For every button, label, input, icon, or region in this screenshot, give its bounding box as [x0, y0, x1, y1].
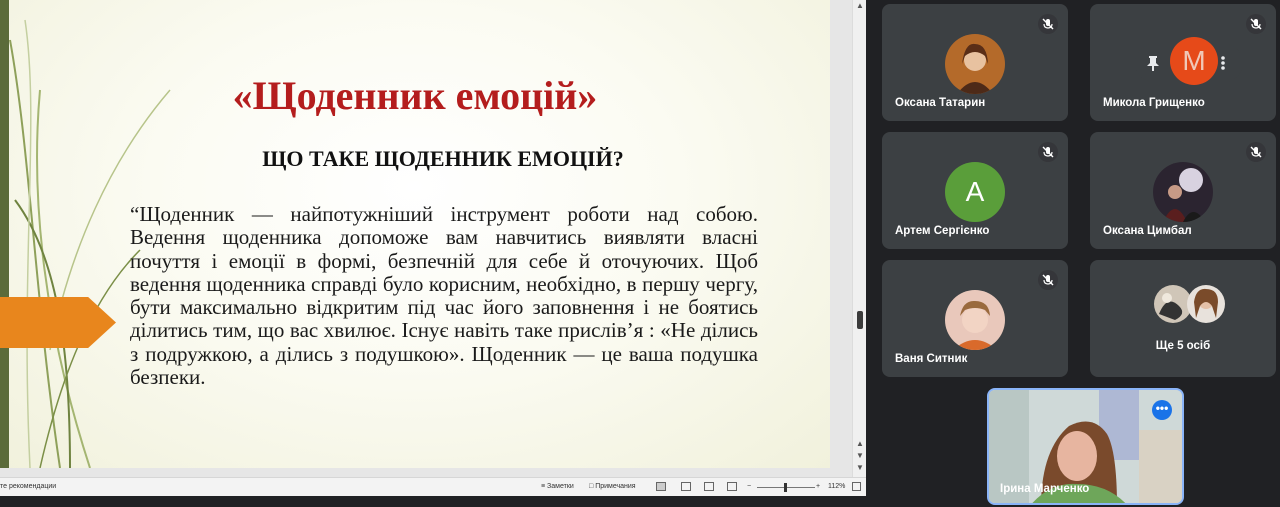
- participant-name: Ваня Ситник: [895, 353, 968, 365]
- mic-off-icon: [1038, 142, 1058, 162]
- avatar: [945, 34, 1005, 94]
- notes-button[interactable]: ≡ Заметки: [541, 483, 574, 490]
- comments-label: Примечания: [595, 483, 636, 490]
- participant-name: Микола Грищенко: [1103, 97, 1205, 109]
- vertical-scrollbar[interactable]: ▲ ▲ ▼ ▼: [852, 0, 866, 477]
- status-bar: те рекомендации ≡ Заметки □ Примечания −…: [0, 477, 866, 496]
- more-participants-tile[interactable]: Ще 5 осіб: [1090, 260, 1276, 377]
- mic-off-icon: [1038, 14, 1058, 34]
- participant-name: Оксана Цимбал: [1103, 225, 1192, 237]
- slide: «Щоденник емоцій» ЩО ТАКЕ ЩОДЕННИК ЕМОЦІ…: [0, 0, 830, 468]
- reading-view-icon[interactable]: [704, 482, 714, 491]
- pin-icon[interactable]: [1146, 55, 1160, 71]
- notes-label: Заметки: [547, 483, 574, 490]
- avatar: [945, 290, 1005, 350]
- zoom-level[interactable]: 112%: [828, 483, 845, 490]
- shared-presentation: «Щоденник емоцій» ЩО ТАКЕ ЩОДЕННИК ЕМОЦІ…: [0, 0, 866, 507]
- participant-tile[interactable]: M Микола Грищенко: [1090, 4, 1276, 121]
- avatar: M: [1170, 37, 1218, 85]
- scroll-thumb[interactable]: [857, 311, 863, 329]
- meeting-screen: «Щоденник емоцій» ЩО ТАКЕ ЩОДЕННИК ЕМОЦІ…: [0, 0, 1280, 507]
- slideshow-icon[interactable]: [727, 482, 737, 491]
- scroll-up-page-icon[interactable]: ▲: [856, 440, 864, 448]
- slide-viewport: «Щоденник емоцій» ЩО ТАКЕ ЩОДЕННИК ЕМОЦІ…: [0, 0, 852, 477]
- scroll-down-icon[interactable]: ▼: [856, 464, 864, 472]
- zoom-out-button[interactable]: −: [747, 483, 751, 490]
- window-bottom-edge: [0, 496, 866, 507]
- zoom-in-button[interactable]: +: [816, 483, 820, 490]
- participant-name: Оксана Татарин: [895, 97, 986, 109]
- scroll-up-icon[interactable]: ▲: [856, 2, 864, 10]
- participant-name: Ірина Марченко: [1000, 483, 1090, 495]
- more-options-icon[interactable]: •••: [1152, 400, 1172, 420]
- fit-to-window-icon[interactable]: [852, 482, 861, 491]
- normal-view-icon[interactable]: [656, 482, 666, 491]
- participant-tile[interactable]: Ваня Ситник: [882, 260, 1068, 377]
- mic-off-icon: [1246, 14, 1266, 34]
- slide-title: «Щоденник емоцій»: [232, 73, 598, 118]
- participant-name: Артем Сергієнко: [895, 225, 990, 237]
- avatar: [1187, 285, 1225, 323]
- avatar: A: [945, 162, 1005, 222]
- avatar: [1153, 162, 1213, 222]
- scroll-down-page-icon[interactable]: ▼: [856, 452, 864, 460]
- more-participants-label: Ще 5 осіб: [1155, 340, 1211, 352]
- participant-tile[interactable]: Оксана Цимбал: [1090, 132, 1276, 249]
- slide-subtitle: ЩО ТАКЕ ЩОДЕННИК ЕМОЦІЙ?: [262, 146, 624, 171]
- zoom-slider-knob[interactable]: [784, 483, 787, 492]
- accessibility-recommendations[interactable]: те рекомендации: [0, 483, 56, 490]
- more-options-icon[interactable]: [1220, 55, 1226, 71]
- participant-tile[interactable]: Оксана Татарин: [882, 4, 1068, 121]
- participant-tile[interactable]: A Артем Сергієнко: [882, 132, 1068, 249]
- slide-body-text: “Щоденник — найпотужніший інструмент роб…: [130, 202, 758, 390]
- mic-off-icon: [1038, 270, 1058, 290]
- self-view-tile[interactable]: ••• Ірина Марченко: [987, 388, 1184, 505]
- comments-button[interactable]: □ Примечания: [589, 483, 636, 490]
- mic-off-icon: [1246, 142, 1266, 162]
- slide-sorter-icon[interactable]: [681, 482, 691, 491]
